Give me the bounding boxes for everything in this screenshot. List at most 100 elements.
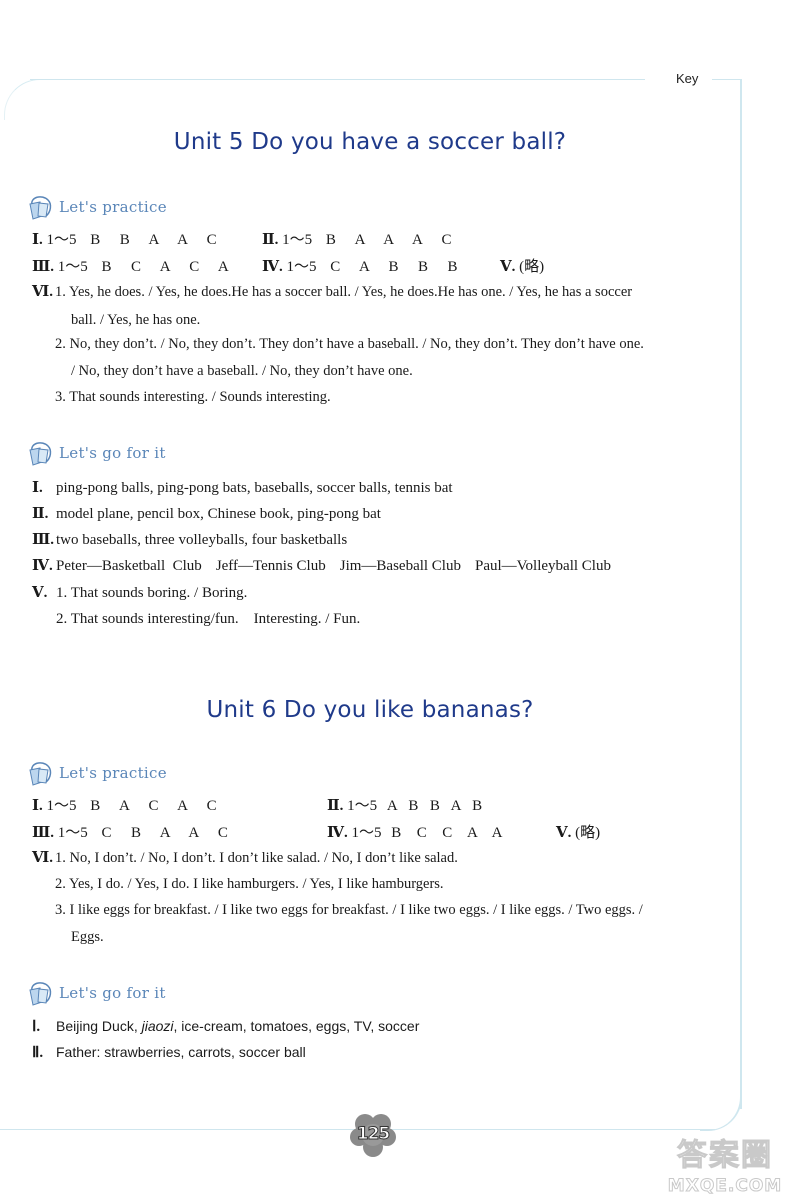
answer-row: Ⅳ. Peter—Basketball Club Jeff—Tennis Club J… bbox=[32, 557, 611, 575]
question-number: Ⅵ. bbox=[32, 284, 53, 300]
question-number: Ⅰ. bbox=[32, 798, 43, 814]
cards-icon bbox=[29, 442, 52, 466]
question-range: 1～5 bbox=[282, 232, 313, 248]
question-range: 1～5 bbox=[57, 259, 88, 275]
answer-row: Ⅳ. 1～5 C A B B B bbox=[262, 258, 458, 276]
answer-row: Ⅲ. two baseballs, three volleyballs, four… bbox=[32, 531, 347, 549]
question-number: Ⅲ. bbox=[32, 259, 55, 275]
answer-text: 2. Yes, I do. / Yes, I do. I like hambur… bbox=[55, 876, 444, 892]
answer-text: 2. That sounds interesting/fun. Interest… bbox=[56, 611, 361, 627]
answer-row: Ⅰ. 1～5 B A C A C bbox=[32, 797, 217, 815]
unit-6-practice-heading: Let's practice bbox=[26, 757, 167, 789]
answers: B C C A A bbox=[391, 825, 503, 841]
section-label: Let's go for it bbox=[59, 984, 166, 1002]
answer-text: Peter—Basketball Club bbox=[56, 558, 202, 574]
answer-text: 2. No, they don’t. / No, they don’t. The… bbox=[55, 336, 644, 352]
answer-text: Jim—Baseball Club bbox=[339, 558, 461, 574]
section-label: Let's practice bbox=[59, 764, 167, 782]
answer-row: Ⅵ. bbox=[32, 283, 53, 301]
answer-row: Ⅱ. Father: strawberries, carrots, soccer … bbox=[32, 1043, 306, 1062]
question-range: 1～5 bbox=[46, 798, 77, 814]
watermark-url: MXQE.COM bbox=[667, 1176, 783, 1197]
question-number: Ⅴ. bbox=[500, 259, 516, 275]
answer-text: 1. That sounds boring. / Boring. bbox=[56, 585, 248, 601]
answer-text: , ice-cream, tomatoes, eggs, TV, soccer bbox=[173, 1018, 420, 1034]
answer-row: Ⅰ. Beijing Duck, jiaozi, ice-cream, tomat… bbox=[32, 1017, 419, 1036]
answers: C A B B B bbox=[330, 259, 458, 275]
unit-6-go-for-it-heading: Let's go for it bbox=[26, 977, 166, 1009]
answer-row: Ⅰ. ping-pong balls, ping-pong bats, baseb… bbox=[32, 479, 453, 497]
watermark-text: 答案圈 bbox=[677, 1138, 773, 1174]
answer-text: 1. Yes, he does. / Yes, he does.He has a… bbox=[55, 284, 633, 300]
question-number: Ⅲ. bbox=[32, 825, 55, 841]
page-frame-corner bbox=[4, 79, 45, 120]
answer-text: ball. / Yes, he has one. bbox=[71, 312, 201, 328]
answers: B C A C A bbox=[101, 259, 229, 275]
unit-6-title: Unit 6 Do you like bananas? bbox=[206, 697, 534, 723]
question-range: 1～5 bbox=[347, 798, 378, 814]
question-number: Ⅰ. bbox=[32, 1019, 41, 1035]
answer-text: Jeff—Tennis Club bbox=[215, 558, 326, 574]
key-label: Key bbox=[676, 71, 699, 86]
answer-row: Ⅴ. (略) bbox=[500, 258, 544, 276]
answer-text: Eggs. bbox=[71, 929, 104, 945]
question-number: Ⅱ. bbox=[32, 1045, 44, 1061]
watermark: 答案圈 MXQE.COM bbox=[655, 1130, 795, 1197]
question-number: Ⅱ. bbox=[262, 232, 279, 248]
answer-row: Ⅳ. 1～5 B C C A A bbox=[327, 824, 503, 842]
page-number: 125 bbox=[356, 1124, 391, 1145]
page-frame-right bbox=[740, 79, 742, 1109]
question-range: 1～5 bbox=[46, 232, 77, 248]
answer-text: Beijing Duck, bbox=[56, 1018, 142, 1034]
answer-text: Paul—Volleyball Club bbox=[474, 558, 611, 574]
answer-row: Ⅲ. 1～5 B C A C A bbox=[32, 258, 229, 276]
question-number: Ⅱ. bbox=[327, 798, 344, 814]
question-number: Ⅴ. bbox=[556, 825, 572, 841]
answer-text: 3. I like eggs for breakfast. / I like t… bbox=[55, 902, 643, 918]
question-number: Ⅱ. bbox=[32, 506, 49, 522]
question-number: Ⅳ. bbox=[327, 825, 348, 841]
answer-text: 3. That sounds interesting. / Sounds int… bbox=[55, 389, 331, 405]
page-frame-top bbox=[30, 79, 645, 80]
answer-text: model plane, pencil box, Chinese book, p… bbox=[56, 506, 381, 522]
unit-5-go-for-it-heading: Let's go for it bbox=[26, 437, 166, 469]
page-frame-top-right bbox=[712, 79, 740, 80]
cards-icon bbox=[29, 982, 52, 1006]
question-range: 1～5 bbox=[57, 825, 88, 841]
section-label: Let's go for it bbox=[59, 444, 166, 462]
page-frame-corner bbox=[700, 1090, 742, 1131]
answer-row: Ⅰ. 1～5 B B A A C bbox=[32, 231, 217, 249]
question-number: Ⅰ. bbox=[32, 232, 43, 248]
answer-text: Father: strawberries, carrots, soccer ba… bbox=[56, 1044, 306, 1060]
answer-row: Ⅲ. 1～5 C B A A C bbox=[32, 824, 228, 842]
answer-row: Ⅱ. 1～5 B A A A C bbox=[262, 231, 451, 249]
answers: B A A A C bbox=[325, 232, 452, 248]
unit-5-practice-heading: Let's practice bbox=[26, 191, 167, 223]
answers: A B B A B bbox=[386, 798, 483, 814]
answers: C B A A C bbox=[101, 825, 228, 841]
question-number: Ⅳ. bbox=[262, 259, 283, 275]
answer-text: 1. No, I don’t. / No, I don’t. I don’t l… bbox=[55, 850, 458, 866]
question-number: Ⅳ. bbox=[32, 558, 53, 574]
question-number: Ⅰ. bbox=[32, 480, 43, 496]
answer-text-italic: jiaozi bbox=[141, 1018, 174, 1034]
answer-row: Ⅵ. bbox=[32, 849, 53, 867]
answer-row: Ⅴ. 1. That sounds boring. / Boring. bbox=[32, 584, 247, 602]
answer-row: Ⅴ. (略) bbox=[556, 824, 600, 842]
answers: B B A A C bbox=[90, 232, 217, 248]
question-number: Ⅵ. bbox=[32, 850, 53, 866]
answers: (略) bbox=[519, 259, 545, 275]
answer-text: ping-pong balls, ping-pong bats, basebal… bbox=[56, 480, 453, 496]
cards-icon bbox=[29, 762, 52, 786]
answers: B A C A C bbox=[90, 798, 217, 814]
answer-row: Ⅱ. model plane, pencil box, Chinese book,… bbox=[32, 505, 381, 523]
answer-row: Ⅱ. 1～5 A B B A B bbox=[327, 797, 482, 815]
question-range: 1～5 bbox=[286, 259, 317, 275]
unit-5-title: Unit 5 Do you have a soccer ball? bbox=[173, 129, 567, 155]
question-range: 1～5 bbox=[351, 825, 382, 841]
question-number: Ⅲ. bbox=[32, 532, 55, 548]
answer-text: two baseballs, three volleyballs, four b… bbox=[56, 532, 348, 548]
answer-text: / No, they don’t have a baseball. / No, … bbox=[71, 363, 413, 379]
cards-icon bbox=[29, 196, 52, 220]
question-number: Ⅴ. bbox=[32, 585, 48, 601]
